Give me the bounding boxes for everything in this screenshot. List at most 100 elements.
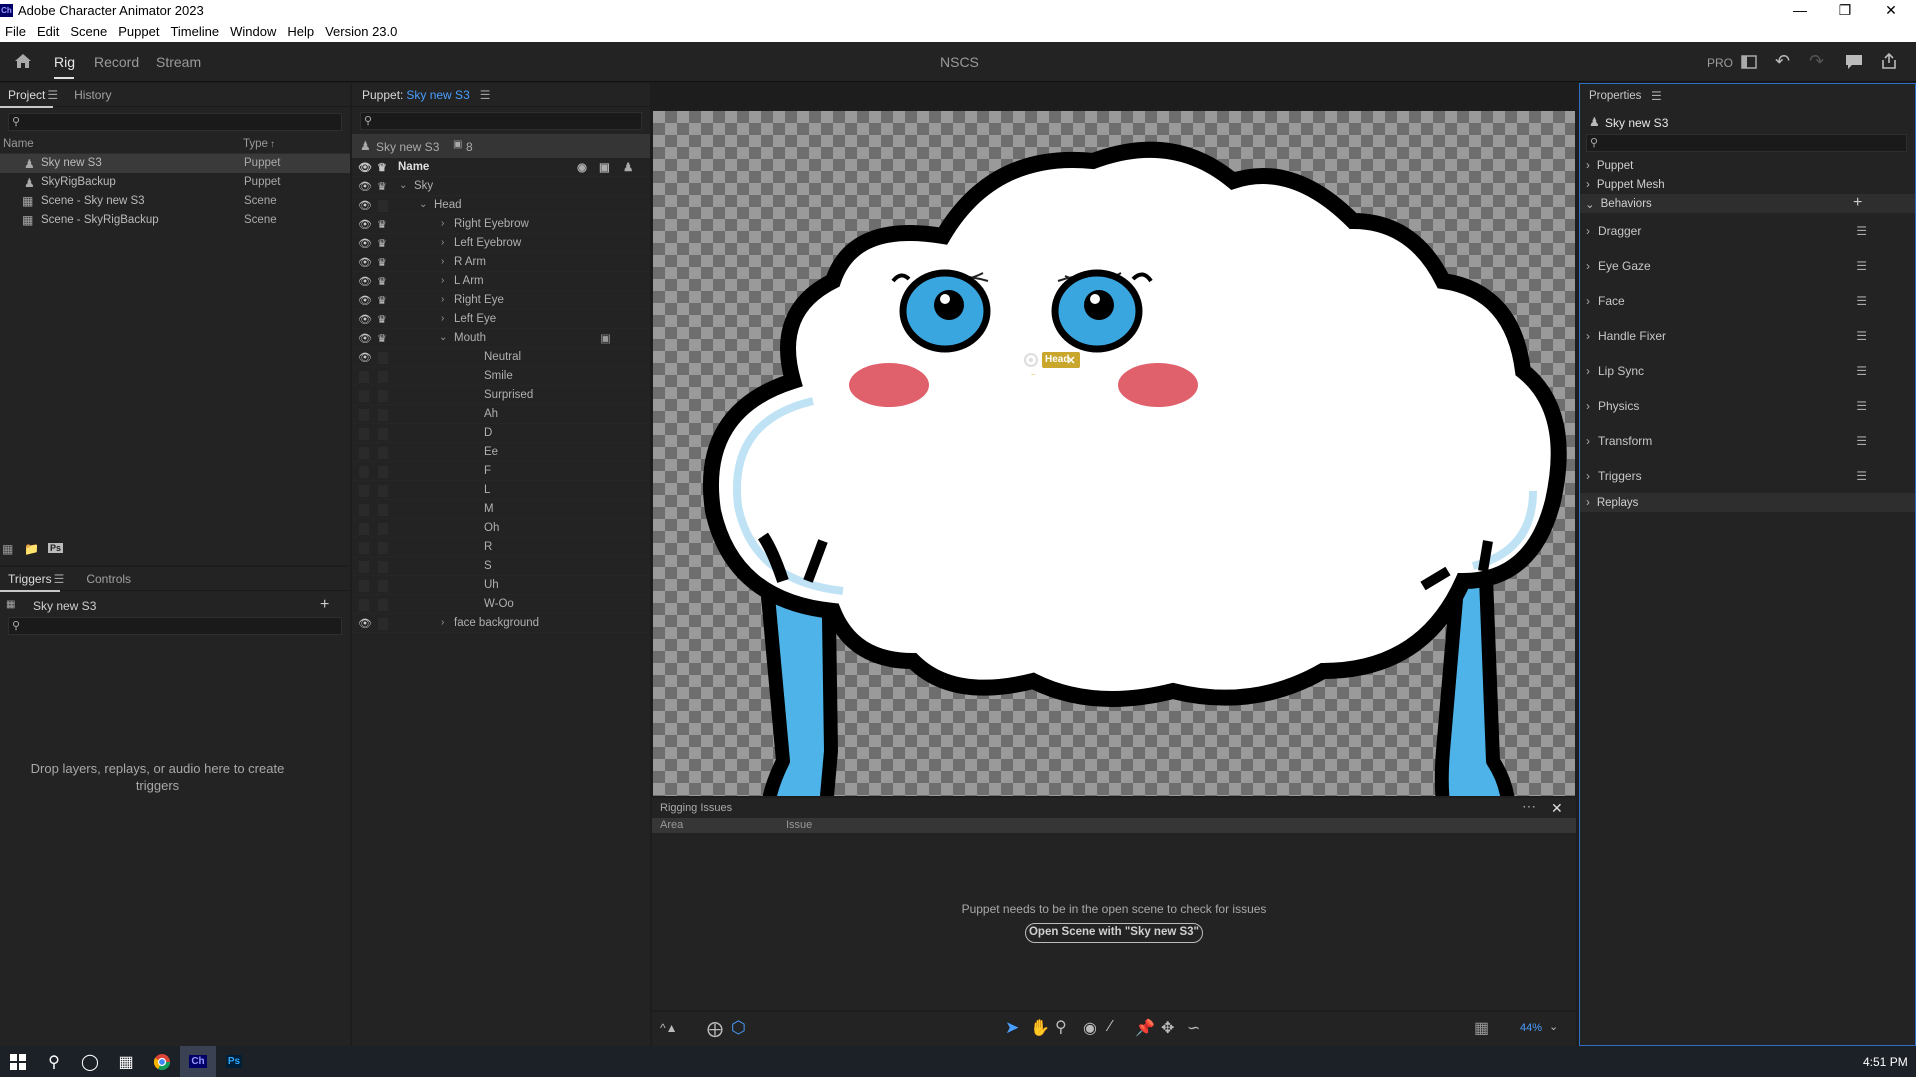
outline-icon[interactable]: ⬡	[731, 1018, 746, 1038]
eye-icon[interactable]: 👁	[358, 332, 372, 345]
layer-row[interactable]: 👁 ♛ › L Arm	[352, 272, 650, 291]
layer-row[interactable]: Surprised	[352, 386, 650, 405]
behavior-menu-icon[interactable]: ☰	[1856, 329, 1867, 343]
photoshop-badge[interactable]: Ps	[48, 543, 64, 553]
tab-history[interactable]: History	[66, 88, 119, 102]
section-behaviors[interactable]: ⌄ Behaviors +	[1580, 194, 1915, 213]
menu-scene[interactable]: Scene	[65, 24, 113, 39]
layer-row[interactable]: S	[352, 557, 650, 576]
layer-row[interactable]: 👁 ♛ › R Arm	[352, 253, 650, 272]
close-panel-icon[interactable]: ✕	[1551, 800, 1563, 817]
eye-placeholder[interactable]	[359, 523, 369, 535]
undo-icon[interactable]: ↶	[1775, 51, 1790, 72]
layer-row[interactable]: F	[352, 462, 650, 481]
layer-row[interactable]: 👁 ♛ ⌄ Sky	[352, 177, 650, 196]
warnings-toggle-icon[interactable]: ^▲	[660, 1021, 678, 1035]
section-puppet-mesh[interactable]: › Puppet Mesh	[1580, 175, 1915, 194]
behavior-menu-icon[interactable]: ☰	[1856, 259, 1867, 273]
layer-row[interactable]: Ah	[352, 405, 650, 424]
character-animator-taskbar-icon[interactable]: Ch	[180, 1046, 216, 1077]
chevron-down-icon[interactable]: ⌄	[419, 199, 427, 210]
eye-icon[interactable]: 👁	[358, 294, 372, 307]
puppet-header-name[interactable]: Sky new S3	[403, 88, 469, 102]
crown-icon[interactable]: ♛	[377, 332, 387, 345]
column-name[interactable]: Name	[3, 138, 34, 150]
layer-row[interactable]: 👁 ♛ › Right Eye	[352, 291, 650, 310]
warp-icon[interactable]: ▣	[599, 160, 610, 174]
behavior-row[interactable]: › Eye Gaze ☰	[1580, 248, 1915, 283]
eye-placeholder[interactable]	[359, 485, 369, 497]
folder-icon[interactable]: 📁	[24, 542, 39, 556]
triggers-menu-icon[interactable]: ☰	[54, 572, 65, 586]
cortana-icon[interactable]: ◯	[72, 1046, 108, 1077]
crown-icon[interactable]: ♛	[377, 218, 387, 231]
eye-icon[interactable]: 👁	[358, 199, 372, 212]
chevron-right-icon[interactable]: ›	[441, 313, 444, 324]
behavior-row[interactable]: › Face ☰	[1580, 283, 1915, 318]
transparency-grid-icon[interactable]: ▦	[1474, 1018, 1489, 1038]
stick-tool-icon[interactable]: ∽	[1187, 1018, 1200, 1038]
menu-help[interactable]: Help	[282, 24, 320, 39]
layer-row[interactable]: 👁 ⌄ Head	[352, 196, 650, 215]
zoom-tool-icon[interactable]: ⚲	[1055, 1017, 1067, 1037]
add-behavior-icon[interactable]: +	[1853, 194, 1862, 212]
eye-placeholder[interactable]	[359, 390, 369, 402]
crown-icon[interactable]: ♛	[377, 275, 387, 288]
close-window-icon[interactable]: ✕	[1868, 0, 1914, 20]
new-scene-icon[interactable]: ▦	[2, 542, 13, 556]
properties-menu-icon[interactable]: ☰	[1651, 89, 1662, 103]
tab-controls[interactable]: Controls	[78, 572, 139, 586]
origin-icon[interactable]: ◉	[577, 160, 587, 174]
section-puppet[interactable]: › Puppet	[1580, 156, 1915, 175]
tab-record[interactable]: Record	[94, 54, 139, 70]
layer-row[interactable]: 👁 Neutral	[352, 348, 650, 367]
add-trigger-icon[interactable]: +	[320, 596, 329, 614]
layer-row[interactable]: Oh	[352, 519, 650, 538]
puppet-menu-icon[interactable]: ☰	[470, 88, 491, 102]
open-scene-button[interactable]: Open Scene with "Sky new S3"	[1025, 923, 1203, 943]
menu-window[interactable]: Window	[225, 24, 282, 39]
layer-row[interactable]: 👁 ♛ ⌄ Mouth ▣	[352, 329, 650, 348]
chevron-right-icon[interactable]: ›	[441, 617, 444, 628]
column-type[interactable]: Type	[243, 138, 268, 150]
eye-icon[interactable]: 👁	[358, 161, 372, 174]
layer-row[interactable]: W-Oo	[352, 595, 650, 614]
tab-stream[interactable]: Stream	[156, 54, 201, 70]
crown-icon[interactable]: ♛	[377, 256, 387, 269]
pin-tool-icon[interactable]: 📌	[1135, 1018, 1155, 1038]
crown-icon[interactable]: ♛	[377, 237, 387, 250]
eye-placeholder[interactable]	[359, 409, 369, 421]
menu-edit[interactable]: Edit	[32, 24, 65, 39]
project-search-input[interactable]: ⚲	[8, 113, 342, 131]
behavior-menu-icon[interactable]: ☰	[1856, 399, 1867, 413]
minimize-icon[interactable]: —	[1777, 0, 1823, 20]
share-icon[interactable]	[1880, 52, 1898, 70]
project-item[interactable]: ▦ Scene - Sky new S3 Scene	[0, 192, 350, 211]
panel-toggle-icon[interactable]	[1741, 55, 1757, 69]
tab-project[interactable]: Project	[0, 83, 54, 108]
eye-placeholder[interactable]	[359, 466, 369, 478]
layer-row[interactable]: 👁 ♛ › Right Eyebrow	[352, 215, 650, 234]
eye-icon[interactable]: 👁	[358, 218, 372, 231]
behavior-menu-icon[interactable]: ☰	[1856, 224, 1867, 238]
photoshop-taskbar-icon[interactable]: Ps	[216, 1046, 252, 1077]
behavior-row[interactable]: › Physics ☰	[1580, 388, 1915, 423]
layer-row[interactable]: 👁 ♛ › Left Eye	[352, 310, 650, 329]
properties-search-input[interactable]: ⚲	[1586, 134, 1907, 152]
chrome-icon[interactable]	[144, 1046, 180, 1077]
tab-rig[interactable]: Rig	[54, 54, 75, 70]
project-item[interactable]: ♟ SkyRigBackup Puppet	[0, 173, 350, 192]
chevron-right-icon[interactable]: ›	[441, 237, 444, 248]
eye-placeholder[interactable]	[359, 561, 369, 573]
section-replays[interactable]: › Replays	[1580, 493, 1915, 512]
hand-tool-icon[interactable]: ✋	[1030, 1018, 1050, 1038]
layer-row[interactable]: L	[352, 481, 650, 500]
eye-placeholder[interactable]	[359, 504, 369, 516]
eye-icon[interactable]: 👁	[358, 256, 372, 269]
feedback-icon[interactable]	[1845, 54, 1863, 70]
behavior-row[interactable]: › Handle Fixer ☰	[1580, 318, 1915, 353]
chevron-right-icon[interactable]: ›	[441, 294, 444, 305]
eye-placeholder[interactable]	[359, 542, 369, 554]
task-view-icon[interactable]: ▦	[108, 1046, 144, 1077]
select-tool-icon[interactable]: ➤	[1005, 1018, 1019, 1038]
